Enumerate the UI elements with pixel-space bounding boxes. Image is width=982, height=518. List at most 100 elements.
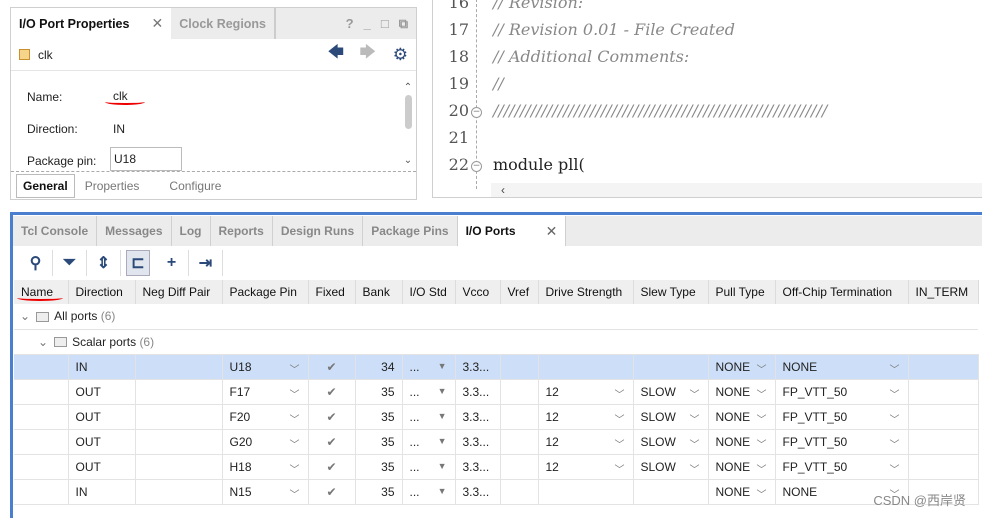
package-pin-cell[interactable]: U18 ﹀	[222, 354, 309, 380]
column-header[interactable]: Fixed	[308, 280, 356, 304]
chevron-down-icon[interactable]: ﹀	[890, 436, 900, 451]
minimize-icon[interactable]: _	[364, 16, 371, 32]
chevron-down-icon[interactable]: ﹀	[690, 386, 700, 401]
maximize-icon[interactable]: □	[381, 16, 389, 32]
close-icon[interactable]: ✕	[151, 15, 163, 32]
dropdown-arrow-icon[interactable]: ▼	[438, 411, 447, 421]
tab-package-pins[interactable]: Package Pins	[363, 216, 458, 246]
table-row[interactable]: OUT F17 ﹀ ✔ 35 ... ▼ 3.3... 12 ﹀ SLOW ﹀ NONE…	[14, 379, 979, 405]
package-pin-cell[interactable]: H18 ﹀	[222, 454, 309, 480]
chevron-down-icon[interactable]: ﹀	[690, 436, 700, 451]
collapse-all-icon[interactable]: ⏷	[53, 250, 87, 276]
chevron-down-icon[interactable]: ﹀	[890, 386, 900, 401]
chevron-down-icon[interactable]: ⌄	[38, 335, 48, 349]
fold-icon[interactable]: −	[471, 161, 482, 172]
dropdown-arrow-icon[interactable]: ▼	[438, 386, 447, 396]
off-chip-termination-cell[interactable]: NONE ﹀	[775, 354, 909, 380]
column-header[interactable]: Package Pin	[222, 280, 309, 304]
export-icon[interactable]: ⇥	[189, 250, 223, 276]
table-row[interactable]: IN N15 ﹀ ✔ 35 ... ▼ 3.3... NONE ﹀ NONE ﹀	[14, 479, 979, 505]
drive-strength-cell[interactable]: 12 ﹀	[538, 404, 634, 430]
chevron-down-icon[interactable]: ﹀	[615, 411, 625, 426]
fold-icon[interactable]: −	[471, 107, 482, 118]
chevron-down-icon[interactable]: ﹀	[615, 386, 625, 401]
pull-type-cell[interactable]: NONE ﹀	[708, 454, 776, 480]
tab-tcl-console[interactable]: Tcl Console	[13, 216, 98, 246]
column-header[interactable]: I/O Std	[402, 280, 456, 304]
table-row[interactable]: IN U18 ﹀ ✔ 34 ... ▼ 3.3... NONE ﹀ NONE ﹀	[14, 354, 979, 380]
table-row[interactable]: OUT F20 ﹀ ✔ 35 ... ▼ 3.3... 12 ﹀ SLOW ﹀ NONE…	[14, 404, 979, 430]
tab-design-runs[interactable]: Design Runs	[273, 216, 364, 246]
chevron-down-icon[interactable]: ﹀	[757, 461, 767, 476]
fixed-checkbox[interactable]: ✔	[308, 379, 356, 405]
column-header[interactable]: Vcco	[455, 280, 501, 304]
tab-messages[interactable]: Messages	[97, 216, 172, 246]
chevron-down-icon[interactable]: ﹀	[890, 411, 900, 426]
column-header[interactable]: Bank	[355, 280, 403, 304]
vertical-scrollbar[interactable]: ⌃ ⌄	[402, 82, 414, 170]
slew-type-cell[interactable]: SLOW ﹀	[633, 379, 709, 405]
drive-strength-cell[interactable]: 12 ﹀	[538, 429, 634, 455]
horizontal-scrollbar[interactable]: ‹	[491, 183, 982, 197]
tab-log[interactable]: Log	[172, 216, 211, 246]
chevron-down-icon[interactable]: ﹀	[290, 411, 300, 426]
float-icon[interactable]: ⧉	[399, 16, 408, 32]
column-header[interactable]: IN_TERM	[908, 280, 979, 304]
drive-strength-cell[interactable]	[538, 354, 634, 380]
dropdown-arrow-icon[interactable]: ▼	[438, 461, 447, 471]
slew-type-cell[interactable]	[633, 479, 709, 505]
slew-type-cell[interactable]: SLOW ﹀	[633, 454, 709, 480]
off-chip-termination-cell[interactable]: FP_VTT_50 ﹀	[775, 379, 909, 405]
chevron-down-icon[interactable]: ﹀	[615, 436, 625, 451]
pull-type-cell[interactable]: NONE ﹀	[708, 404, 776, 430]
io-std-cell[interactable]: ... ▼	[402, 354, 456, 380]
fixed-checkbox[interactable]: ✔	[308, 429, 356, 455]
dropdown-arrow-icon[interactable]: ▼	[438, 361, 447, 371]
drive-strength-cell[interactable]: 12 ﹀	[538, 379, 634, 405]
tab-general[interactable]: General	[16, 173, 75, 198]
tab-clock-regions[interactable]: Clock Regions	[171, 8, 277, 39]
column-header[interactable]: Pull Type	[708, 280, 776, 304]
group-by-interface-icon[interactable]: ⊏	[126, 250, 150, 276]
io-std-cell[interactable]: ... ▼	[402, 479, 456, 505]
chevron-down-icon[interactable]: ﹀	[757, 486, 767, 501]
off-chip-termination-cell[interactable]: FP_VTT_50 ﹀	[775, 404, 909, 430]
chevron-down-icon[interactable]: ﹀	[890, 461, 900, 476]
drive-strength-cell[interactable]: 12 ﹀	[538, 454, 634, 480]
back-arrow-icon[interactable]: 🡄	[327, 41, 344, 68]
chevron-down-icon[interactable]: ⌄	[20, 309, 30, 323]
chevron-down-icon[interactable]: ﹀	[290, 386, 300, 401]
package-pin-cell[interactable]: G20 ﹀	[222, 429, 309, 455]
column-header[interactable]: Neg Diff Pair	[135, 280, 223, 304]
tab-i-o-ports[interactable]: I/O Ports ✕	[457, 216, 567, 246]
chevron-down-icon[interactable]: ﹀	[290, 361, 300, 376]
group-row[interactable]: ⌄ Scalar ports (6)	[14, 329, 978, 355]
table-row[interactable]: OUT H18 ﹀ ✔ 35 ... ▼ 3.3... 12 ﹀ SLOW ﹀ NONE…	[14, 454, 979, 480]
chevron-down-icon[interactable]: ﹀	[690, 461, 700, 476]
package-pin-cell[interactable]: F20 ﹀	[222, 404, 309, 430]
chevron-down-icon[interactable]: ﹀	[757, 361, 767, 376]
column-header[interactable]: Off-Chip Termination	[775, 280, 909, 304]
group-row[interactable]: ⌄ All ports (6)	[14, 304, 978, 330]
pull-type-cell[interactable]: NONE ﹀	[708, 429, 776, 455]
add-icon[interactable]: +	[155, 250, 189, 276]
tab-properties[interactable]: Properties	[79, 175, 146, 197]
chevron-down-icon[interactable]: ﹀	[757, 411, 767, 426]
off-chip-termination-cell[interactable]: FP_VTT_50 ﹀	[775, 454, 909, 480]
io-std-cell[interactable]: ... ▼	[402, 454, 456, 480]
chevron-down-icon[interactable]: ﹀	[690, 411, 700, 426]
slew-type-cell[interactable]	[633, 354, 709, 380]
io-std-cell[interactable]: ... ▼	[402, 404, 456, 430]
chevron-down-icon[interactable]: ﹀	[757, 386, 767, 401]
scroll-left-icon[interactable]: ‹	[501, 183, 505, 197]
io-std-cell[interactable]: ... ▼	[402, 429, 456, 455]
tab-reports[interactable]: Reports	[211, 216, 273, 246]
drive-strength-cell[interactable]	[538, 479, 634, 505]
fixed-checkbox[interactable]: ✔	[308, 354, 356, 380]
chevron-down-icon[interactable]: ﹀	[757, 436, 767, 451]
help-icon[interactable]: ?	[346, 16, 354, 32]
package-pin-cell[interactable]: N15 ﹀	[222, 479, 309, 505]
column-header[interactable]: Direction	[68, 280, 136, 304]
pull-type-cell[interactable]: NONE ﹀	[708, 479, 776, 505]
column-header[interactable]: Drive Strength	[538, 280, 634, 304]
